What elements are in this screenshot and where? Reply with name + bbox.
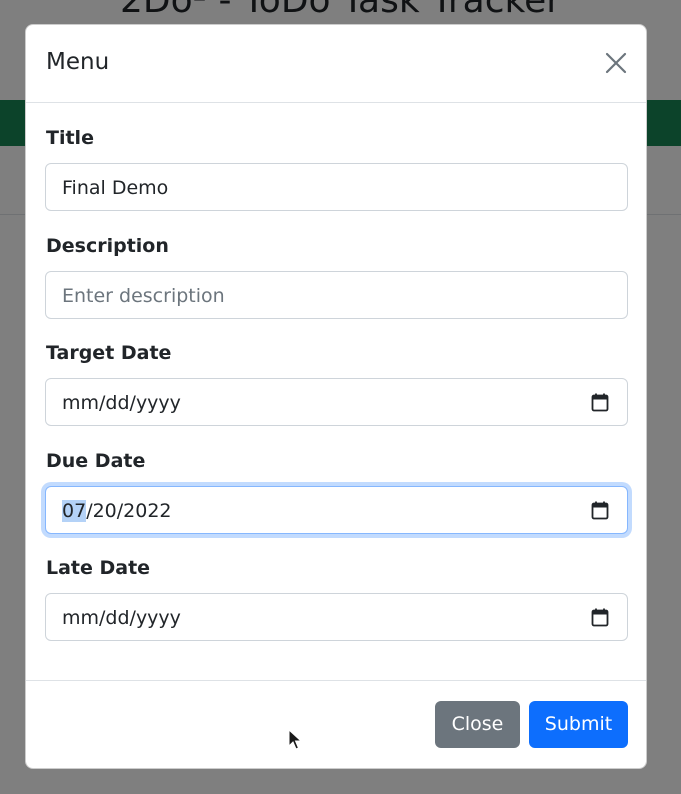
- mouse-cursor-icon: [288, 728, 303, 751]
- close-icon[interactable]: [603, 50, 629, 76]
- modal-footer: Close Submit: [26, 681, 646, 768]
- target-date-label: Target Date: [46, 342, 172, 364]
- due-date-month-segment[interactable]: 07: [62, 500, 87, 522]
- calendar-icon[interactable]: [591, 608, 609, 627]
- due-date-rest: /20/2022: [86, 500, 172, 522]
- submit-button[interactable]: Submit: [529, 701, 628, 748]
- description-input[interactable]: Enter description: [45, 271, 628, 319]
- calendar-icon[interactable]: [591, 393, 609, 412]
- target-date-placeholder: mm/dd/yyyy: [62, 392, 181, 414]
- calendar-icon[interactable]: [591, 501, 609, 520]
- late-date-input[interactable]: mm/dd/yyyy: [45, 593, 628, 641]
- description-placeholder: Enter description: [62, 285, 225, 307]
- late-date-placeholder: mm/dd/yyyy: [62, 607, 181, 629]
- task-modal: Menu Title Final Demo Description Enter …: [25, 24, 647, 769]
- target-date-input[interactable]: mm/dd/yyyy: [45, 378, 628, 426]
- title-input[interactable]: Final Demo: [45, 163, 628, 211]
- title-label: Title: [46, 127, 94, 149]
- modal-header: Menu: [26, 25, 646, 103]
- description-label: Description: [46, 235, 169, 257]
- modal-title: Menu: [46, 49, 110, 75]
- page: 2Do² - ToDo Task Tracker Menu Title Fina…: [0, 0, 681, 794]
- due-date-label: Due Date: [46, 450, 146, 472]
- due-date-value: 07/20/2022: [62, 499, 172, 523]
- due-date-input[interactable]: 07/20/2022: [45, 486, 628, 534]
- modal-body: Title Final Demo Description Enter descr…: [26, 103, 646, 681]
- title-value: Final Demo: [62, 177, 169, 199]
- close-button[interactable]: Close: [435, 701, 520, 748]
- late-date-label: Late Date: [46, 557, 151, 579]
